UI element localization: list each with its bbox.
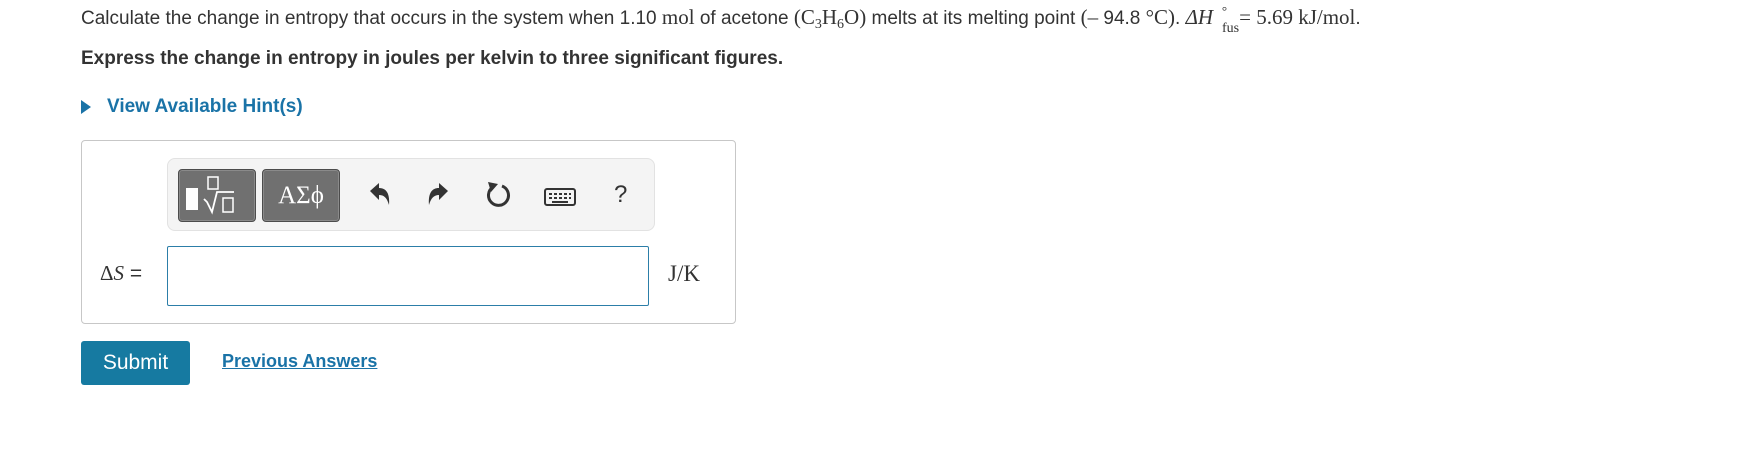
answer-unit: J/K (668, 261, 700, 286)
templates-button[interactable] (178, 169, 256, 222)
answer-label: ΔS = (100, 261, 143, 285)
reset-icon[interactable] (485, 181, 513, 211)
math-toolbar: ΑΣϕ ? (167, 158, 655, 231)
templates-icon (186, 176, 234, 215)
enthalpy-value: = 5.69 kJ/mol (1239, 5, 1356, 29)
greek-symbols-button[interactable]: ΑΣϕ (262, 169, 340, 222)
unit-mol: mol (661, 5, 695, 29)
question-part: of acetone (694, 8, 794, 29)
help-button[interactable]: ? (614, 181, 627, 209)
previous-answers-link[interactable]: Previous Answers (222, 351, 377, 372)
question-part: . (1355, 8, 1361, 29)
view-hints-label: View Available Hint(s) (107, 96, 303, 117)
question-part: melts at its melting point (866, 8, 1081, 29)
temperature-unit: °C) (1145, 5, 1176, 29)
enthalpy-symbol: ΔH ° fus (1185, 3, 1240, 36)
redo-icon[interactable] (426, 181, 452, 211)
keyboard-icon[interactable] (544, 187, 576, 209)
caret-right-icon (81, 100, 91, 114)
undo-icon[interactable] (366, 181, 392, 211)
question-part: . (1175, 8, 1186, 29)
answer-input[interactable] (167, 246, 649, 306)
instructions: Express the change in entropy in joules … (81, 48, 784, 69)
temperature: (– (1080, 5, 1099, 29)
view-hints-link[interactable]: View Available Hint(s) (81, 96, 303, 118)
question-part: Calculate the change in entropy that occ… (81, 8, 662, 29)
submit-button[interactable]: Submit (81, 341, 190, 385)
temperature-value: 94.8 (1098, 8, 1146, 29)
acetone-formula: (C3H6O) (793, 5, 867, 32)
answer-panel: ΑΣϕ ? ΔS = J/K (81, 140, 736, 324)
question-text: Calculate the change in entropy that occ… (81, 3, 1641, 36)
